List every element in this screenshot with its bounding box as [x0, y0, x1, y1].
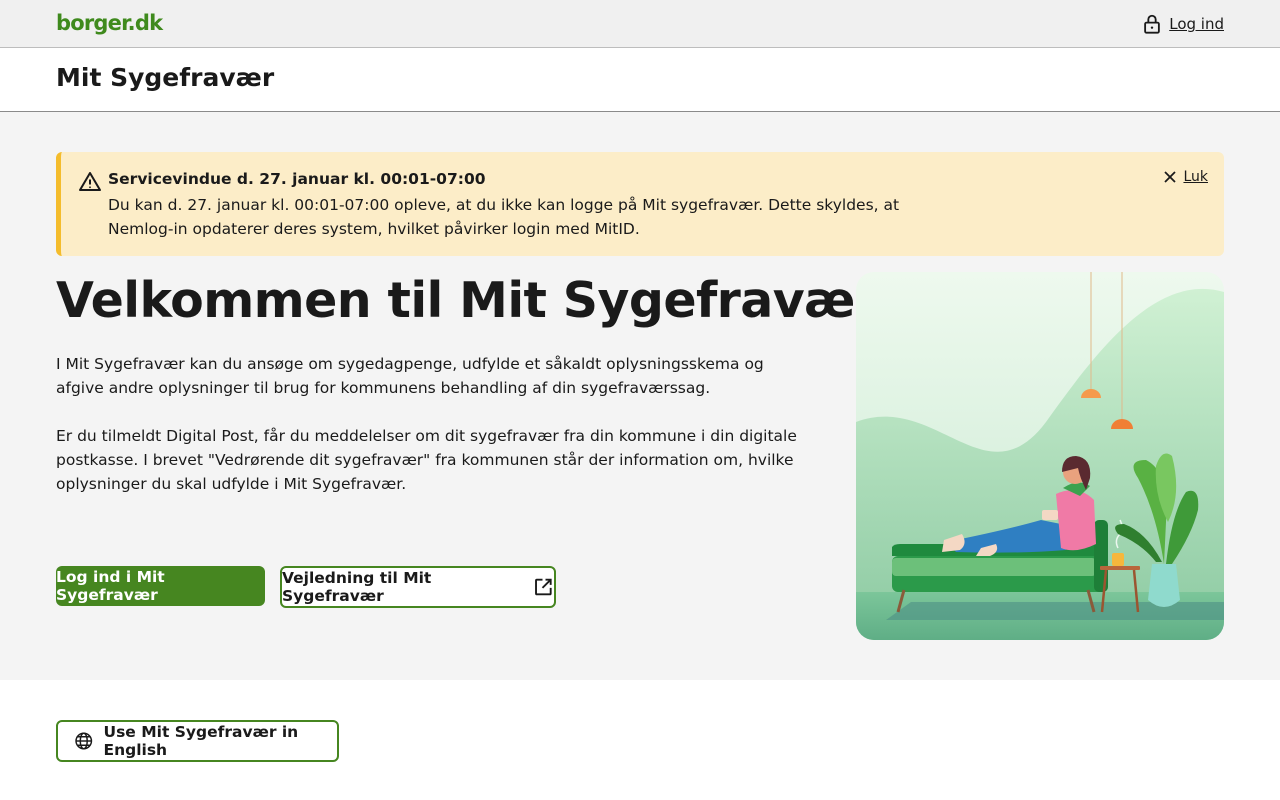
- main-content: Servicevindue d. 27. januar kl. 00:01-07…: [0, 112, 1280, 680]
- resting-woman-illustration: [856, 272, 1224, 640]
- alert-close-label: Luk: [1183, 169, 1208, 185]
- app-title: Mit Sygefravær: [56, 63, 275, 92]
- top-bar: borger.dk Log ind: [0, 0, 1280, 48]
- app-bar: Mit Sygefravær: [0, 49, 1280, 112]
- guide-button-label: Vejledning til Mit Sygefravær: [282, 569, 432, 605]
- borger-dk-logo[interactable]: borger.dk: [56, 11, 163, 35]
- globe-icon: [75, 732, 93, 750]
- header-login-link[interactable]: Log ind: [1141, 13, 1224, 35]
- alert-title: Servicevindue d. 27. januar kl. 00:01-07…: [108, 170, 486, 188]
- warning-icon: [79, 172, 101, 191]
- login-button[interactable]: Log ind i Mit Sygefravær: [56, 566, 265, 606]
- close-icon: [1164, 171, 1177, 183]
- digital-post-paragraph: Er du tilmeldt Digital Post, får du medd…: [56, 427, 797, 493]
- page-heading: Velkommen til Mit Sygefravær: [56, 272, 879, 329]
- header-login-label: Log ind: [1169, 15, 1224, 33]
- english-language-label: Use Mit Sygefravær in English: [103, 723, 299, 759]
- intro-paragraph: I Mit Sygefravær kan du ansøge om sygeda…: [56, 355, 764, 397]
- service-alert: Servicevindue d. 27. januar kl. 00:01-07…: [56, 152, 1224, 256]
- english-language-button[interactable]: Use Mit Sygefravær in English: [56, 720, 339, 762]
- lock-icon: [1144, 14, 1161, 34]
- alert-close-button[interactable]: Luk: [1163, 169, 1208, 185]
- guide-button[interactable]: Vejledning til Mit Sygefravær: [280, 566, 556, 608]
- alert-body: Du kan d. 27. januar kl. 00:01-07:00 opl…: [108, 196, 900, 238]
- external-link-icon: [535, 578, 552, 596]
